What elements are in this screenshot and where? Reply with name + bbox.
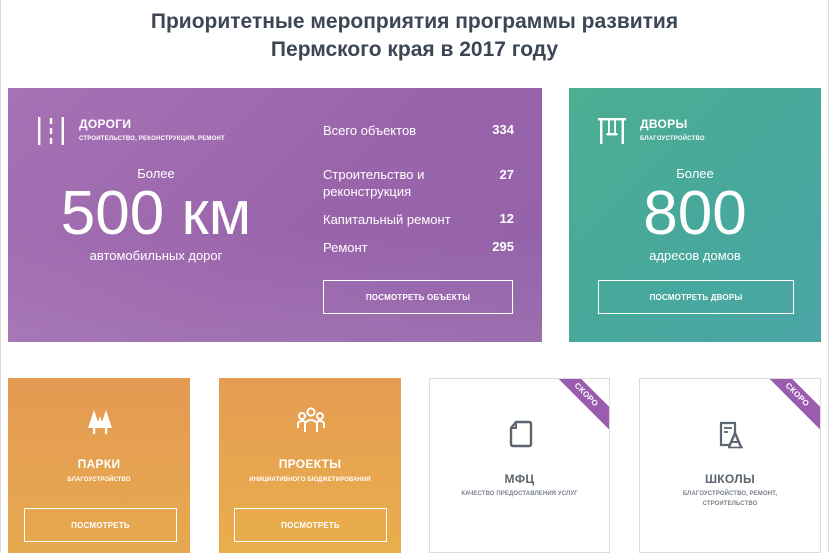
roads-stat-total-value: 334 [492, 122, 514, 137]
roads-card[interactable]: ДОРОГИ СТРОИТЕЛЬСТВО, РЕКОНСТРУКЦИЯ, РЕМ… [8, 88, 542, 342]
document-icon [509, 420, 533, 448]
roads-stat-total-label: Всего объектов [323, 123, 417, 138]
courtyard-icon [598, 118, 626, 144]
page-title-line-1: Приоритетные мероприятия программы разви… [150, 10, 679, 33]
roads-title: ДОРОГИ [79, 117, 132, 131]
yards-title: ДВОРЫ [640, 117, 688, 131]
roads-stat-capital-label: Капитальный ремонт [323, 212, 451, 227]
road-icon [38, 117, 64, 145]
projects-card[interactable]: ПРОЕКТЫ ИНИЦИАТИВНОГО БЮДЖЕТИРОВАНИЯ ПОС… [219, 378, 401, 553]
yards-subtitle: БЛАГОУСТРОЙСТВО [640, 136, 705, 142]
roads-stat-construction-value: 27 [499, 167, 514, 182]
yards-unit: адресов домов [649, 248, 741, 263]
roads-subtitle: СТРОИТЕЛЬСТВО, РЕКОНСТРУКЦИЯ, РЕМОНТ [79, 136, 225, 142]
schools-subtitle-line-2: СТРОИТЕЛЬСТВО [702, 501, 758, 507]
parks-subtitle: БЛАГОУСТРОЙСТВО [67, 477, 131, 483]
roads-unit: автомобильных дорог [89, 248, 223, 263]
projects-subtitle: ИНИЦИАТИВНОГО БЮДЖЕТИРОВАНИЯ [249, 477, 371, 483]
projects-title: ПРОЕКТЫ [278, 457, 342, 471]
mfc-card[interactable]: СКОРО МФЦ КАЧЕСТВО ПРЕДОСТАВЛЕНИЯ УСЛУГ [429, 378, 610, 553]
page-title: Приоритетные мероприятия программы разви… [0, 8, 829, 64]
trees-icon [88, 410, 112, 434]
mfc-subtitle: КАЧЕСТВО ПРЕДОСТАВЛЕНИЯ УСЛУГ [461, 491, 578, 497]
ribbon-label: СКОРО [783, 380, 812, 409]
view-parks-button[interactable]: ПОСМОТРЕТЬ [24, 508, 177, 542]
roads-number: 500 км [60, 179, 252, 248]
ribbon-label: СКОРО [572, 380, 601, 409]
coming-soon-ribbon: СКОРО [759, 379, 820, 433]
people-icon [297, 407, 325, 432]
view-road-objects-button[interactable]: ПОСМОТРЕТЬ ОБЪЕКТЫ [323, 280, 513, 314]
roads-stat-capital-value: 12 [499, 211, 514, 226]
coming-soon-ribbon: СКОРО [548, 379, 609, 433]
schools-subtitle-line-1: БЛАГОУСТРОЙСТВО, РЕМОНТ, [682, 491, 778, 497]
school-book-icon [719, 421, 743, 449]
page-title-line-2: Пермского края в 2017 году [270, 38, 559, 61]
view-projects-button[interactable]: ПОСМОТРЕТЬ [234, 508, 387, 542]
yards-number: 800 [643, 179, 747, 248]
schools-card[interactable]: СКОРО ШКОЛЫ БЛАГОУСТРОЙСТВО, РЕМОНТ, СТР… [639, 378, 821, 553]
mfc-title: МФЦ [504, 472, 535, 486]
parks-card[interactable]: ПАРКИ БЛАГОУСТРОЙСТВО ПОСМОТРЕТЬ [8, 378, 190, 553]
roads-stat-repair-value: 295 [492, 239, 514, 254]
roads-stat-construction-label: Строительство и реконструкция [323, 167, 425, 199]
parks-title: ПАРКИ [77, 457, 121, 471]
roads-stat-repair-label: Ремонт [323, 240, 368, 255]
schools-title: ШКОЛЫ [704, 472, 756, 486]
view-yards-button[interactable]: ПОСМОТРЕТЬ ДВОРЫ [598, 280, 794, 314]
yards-card[interactable]: ДВОРЫ БЛАГОУСТРОЙСТВО Более 800 адресов … [569, 88, 821, 342]
